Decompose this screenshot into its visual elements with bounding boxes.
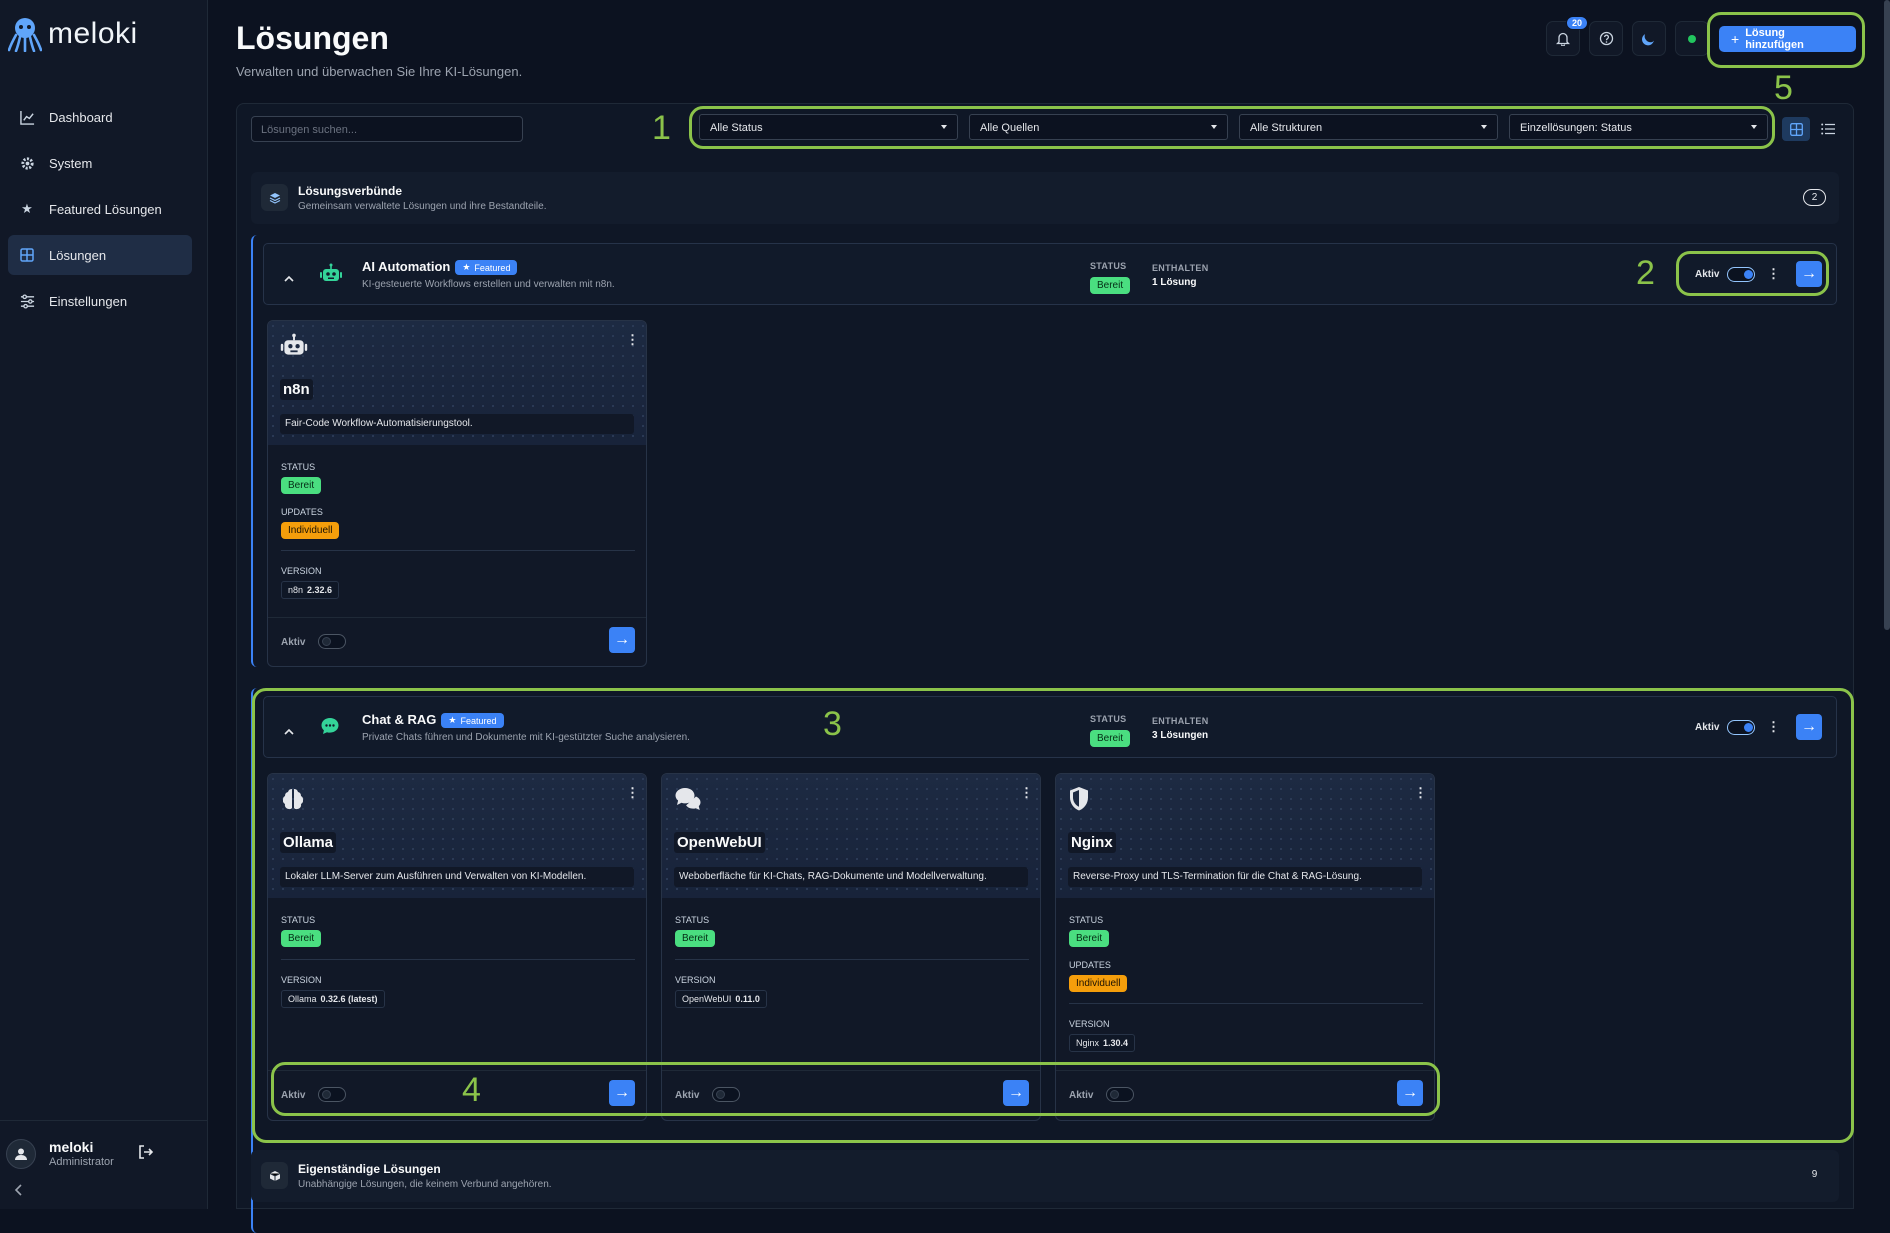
scrollbar[interactable]: [1884, 0, 1890, 630]
open-card-button[interactable]: →: [609, 627, 635, 653]
moon-icon: [1642, 33, 1654, 45]
logo[interactable]: meloki: [8, 16, 138, 52]
bundle-ai-automation: AI Automation ★ Featured KI-gesteuerte Wor…: [251, 235, 1839, 667]
bundles-section-header: Lösungsverbünde Gemeinsam verwaltete Lös…: [251, 172, 1839, 224]
version-label: VERSION: [281, 566, 322, 576]
status-indicator-button[interactable]: [1675, 21, 1709, 56]
contains-value: 1 Lösung: [1152, 277, 1197, 288]
section-subtitle: Unabhängige Lösungen, die keinem Verbund…: [298, 1179, 552, 1190]
contains-label: ENTHALTEN: [1152, 263, 1209, 273]
user-icon: [15, 1148, 27, 1160]
annotation-box-5: [1707, 12, 1865, 68]
sidebar-item-featured[interactable]: ★ Featured Lösungen: [8, 189, 192, 229]
active-label: Aktiv: [281, 637, 306, 648]
status-badge: Bereit: [1090, 275, 1131, 294]
version-chip: n8n 2.32.6: [281, 581, 340, 599]
sidebar: meloki Dashboard System ★ Featured Lösun…: [0, 0, 208, 1209]
sliders-icon: [19, 293, 35, 309]
user-name: meloki: [49, 1139, 94, 1155]
layers-icon: [261, 184, 288, 211]
sidebar-nav: Dashboard System ★ Featured Lösungen Lös…: [8, 97, 192, 327]
chevron-up-icon[interactable]: [284, 269, 294, 287]
featured-badge: ★ Featured: [455, 260, 518, 275]
annotation-number-4: 4: [462, 1071, 481, 1109]
card-title: n8n: [280, 379, 313, 400]
theme-toggle-button[interactable]: [1632, 21, 1666, 56]
version-name: n8n: [288, 585, 304, 595]
collapse-sidebar-icon[interactable]: [14, 1183, 24, 1201]
list-view-icon: [1821, 123, 1835, 135]
list-view-toggle[interactable]: [1814, 117, 1842, 141]
divider: [268, 617, 646, 618]
cube-icon: [261, 1162, 288, 1189]
section-title: Lösungsverbünde: [298, 184, 403, 198]
chart-line-icon: [19, 109, 35, 125]
grid-view-toggle[interactable]: [1782, 117, 1810, 141]
help-button[interactable]: [1589, 21, 1623, 56]
annotation-number-3: 3: [823, 705, 842, 743]
robot-icon: [320, 263, 342, 285]
arrow-right-icon: →: [614, 631, 630, 648]
search-input[interactable]: Lösungen suchen...: [251, 116, 523, 142]
status-badge: Bereit: [281, 475, 322, 494]
user-panel: meloki Administrator: [0, 1120, 208, 1169]
annotation-number-1: 1: [652, 109, 671, 147]
updates-value: Individuell: [281, 522, 340, 539]
bundle-name: AI Automation: [362, 259, 451, 274]
sidebar-item-label: Dashboard: [49, 109, 113, 125]
notification-badge: 20: [1566, 16, 1589, 30]
status-label: STATUS: [281, 462, 316, 472]
sidebar-item-settings[interactable]: Einstellungen: [8, 281, 192, 321]
card-description: Fair-Code Workflow-Automatisierungstool.: [280, 414, 634, 434]
annotation-number-2: 2: [1636, 254, 1655, 292]
section-subtitle: Gemeinsam verwaltete Lösungen und ihre B…: [298, 201, 547, 212]
avatar[interactable]: [6, 1139, 36, 1169]
card-options-icon[interactable]: ⋮: [626, 333, 639, 346]
divider: [281, 550, 635, 551]
annotation-box-1: [689, 106, 1775, 149]
sidebar-item-label: System: [49, 155, 93, 171]
bundle-description: KI-gesteuerte Workflows erstellen und ve…: [362, 279, 615, 290]
sidebar-item-label: Lösungen: [49, 247, 107, 263]
sidebar-item-solutions[interactable]: Lösungen: [8, 235, 192, 275]
updates-badge: Individuell: [281, 520, 340, 539]
online-status-dot: [1688, 34, 1696, 43]
user-role: Administrator: [49, 1156, 114, 1168]
section-title: Eigenständige Lösungen: [298, 1162, 441, 1176]
bundle-title: AI Automation ★ Featured: [362, 259, 518, 275]
star-icon: ★: [462, 262, 471, 272]
status-value: Bereit: [281, 477, 322, 494]
status-label: STATUS: [1090, 261, 1127, 271]
page-subtitle: Verwalten und überwachen Sie Ihre KI-Lös…: [236, 64, 523, 79]
sidebar-item-label: Featured Lösungen: [49, 201, 162, 217]
star-icon: ★: [21, 201, 33, 216]
page-title: Lösungen: [236, 20, 389, 56]
logout-icon[interactable]: [138, 1145, 154, 1164]
sidebar-item-system[interactable]: System: [8, 143, 192, 183]
grid-view-icon: [1789, 122, 1803, 136]
sidebar-item-dashboard[interactable]: Dashboard: [8, 97, 192, 137]
annotation-number-5: 5: [1774, 69, 1793, 107]
sidebar-item-label: Einstellungen: [49, 293, 128, 309]
octopus-logo-icon: [8, 18, 42, 52]
section-count-badge: 9: [1811, 1169, 1818, 1180]
robot-icon: [280, 333, 310, 361]
standalone-section-header: Eigenständige Lösungen Unabhängige Lösun…: [251, 1150, 1839, 1202]
app-name: meloki: [48, 17, 138, 50]
annotation-box-2: [1676, 251, 1829, 296]
section-count-badge: 2: [1803, 189, 1826, 206]
version-number: 2.32.6: [307, 585, 333, 595]
updates-label: UPDATES: [281, 507, 323, 517]
status-value: Bereit: [1090, 277, 1131, 294]
bell-icon: [1556, 32, 1570, 46]
annotation-box-4: [271, 1062, 1440, 1116]
grid-icon: [19, 247, 35, 263]
help-icon: [1599, 31, 1613, 46]
bundle-header[interactable]: AI Automation ★ Featured KI-gesteuerte Wor…: [263, 243, 1837, 305]
gear-icon: [19, 155, 35, 171]
featured-label: Featured: [474, 262, 511, 273]
solution-card-n8n[interactable]: ⋮ n8n Fair-Code Workflow-Automatisierung…: [267, 320, 647, 667]
card-active-toggle[interactable]: [318, 634, 346, 649]
